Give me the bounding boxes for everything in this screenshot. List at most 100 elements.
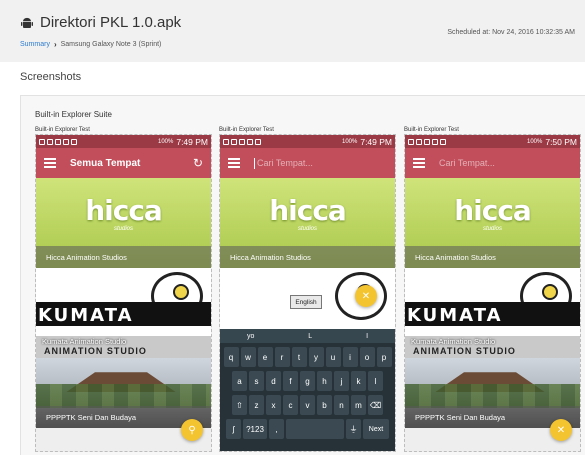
kumata-logo: KUMATA	[38, 305, 134, 326]
app-toolbar: Cari Tempat...	[220, 148, 395, 178]
search-fab-button[interactable]: ⚲	[181, 419, 203, 441]
key[interactable]: o	[359, 347, 375, 367]
hamburger-menu-icon[interactable]	[44, 158, 56, 168]
suggestion[interactable]: I	[366, 333, 368, 340]
status-bar: 100% 7:50 PM	[405, 135, 580, 148]
key[interactable]: p	[376, 347, 392, 367]
key[interactable]: q	[223, 347, 239, 367]
key[interactable]: a	[232, 371, 247, 391]
screenshot-label: Built-in Explorer Test	[219, 127, 274, 133]
status-time: 7:49 PM	[176, 136, 208, 147]
screenshot-label: Built-in Explorer Test	[35, 127, 90, 133]
section-title: Screenshots	[20, 71, 82, 83]
key[interactable]: i	[342, 347, 358, 367]
breadcrumb-device: Samsung Galaxy Note 3 (Sprint)	[60, 41, 162, 48]
keyboard-suggestions: yo L I	[220, 329, 395, 343]
key[interactable]: f	[283, 371, 298, 391]
place-card-caption: Hicca Animation Studios	[220, 246, 395, 268]
building-trees	[405, 384, 580, 408]
breadcrumb-summary-link[interactable]: Summary	[20, 41, 50, 48]
comma-key[interactable]: ,	[269, 419, 284, 439]
close-fab-button[interactable]: ✕	[550, 419, 572, 441]
key[interactable]: t	[291, 347, 307, 367]
phone-frame: 100% 7:49 PM Semua Tempat ↻ hicca studio…	[35, 134, 212, 452]
place-card-caption: Kumata Animation Studio	[42, 337, 127, 346]
key[interactable]: x	[266, 395, 281, 415]
status-time: 7:49 PM	[360, 136, 392, 147]
key[interactable]: s	[249, 371, 264, 391]
hicca-logo: hicca	[85, 194, 163, 227]
hicca-logo: hicca	[269, 194, 347, 227]
key[interactable]: m	[351, 395, 366, 415]
hamburger-menu-icon[interactable]	[228, 158, 240, 168]
close-icon: ✕	[361, 290, 371, 302]
hamburger-menu-icon[interactable]	[413, 158, 425, 168]
soft-keyboard[interactable]: yo L I q w e r t y u i o p a s d f g h j…	[220, 329, 395, 451]
key[interactable]: b	[317, 395, 332, 415]
battery-level: 100%	[341, 138, 358, 145]
screenshot-label: Built-in Explorer Test	[404, 127, 459, 133]
key[interactable]: g	[300, 371, 315, 391]
backspace-icon[interactable]: ⌫	[368, 395, 383, 415]
notification-icons	[39, 138, 158, 145]
hicca-logo-sub: studios	[482, 226, 503, 232]
swype-icon[interactable]: ʃ	[226, 419, 241, 439]
place-card-hicca[interactable]: hicca studios Hicca Animation Studios	[220, 178, 395, 268]
key[interactable]: r	[274, 347, 290, 367]
keyboard-row-2: a s d f g h j k l	[220, 371, 395, 391]
keyboard-row-1: q w e r t y u i o p	[220, 347, 395, 367]
place-card-kumata[interactable]: KUMATA ANIMATION STUDIO Kumata Animation…	[405, 268, 580, 358]
key[interactable]: l	[368, 371, 383, 391]
phone-frame: 100% 7:49 PM Cari Tempat... hicca studio…	[219, 134, 396, 452]
suggestion[interactable]: L	[308, 333, 312, 340]
battery-level: 100%	[157, 138, 174, 145]
screenshot-1[interactable]: Built-in Explorer Test 100% 7:49 PM Semu…	[35, 126, 212, 452]
microphone-icon[interactable]: ⏚	[346, 419, 361, 439]
space-key[interactable]	[286, 419, 344, 439]
place-card-kumata[interactable]: KUMATA ANIMATION STUDIO Kumata Animation…	[36, 268, 211, 358]
screenshot-3[interactable]: Built-in Explorer Test 100% 7:50 PM Cari…	[404, 126, 581, 452]
shift-icon[interactable]: ⇧	[232, 395, 247, 415]
place-card-hicca[interactable]: hicca studios Hicca Animation Studios	[405, 178, 580, 268]
place-card-hicca[interactable]: hicca studios Hicca Animation Studios	[36, 178, 211, 268]
close-fab-button[interactable]: ✕	[355, 285, 377, 307]
key[interactable]: c	[283, 395, 298, 415]
status-bar: 100% 7:49 PM	[220, 135, 395, 148]
symbols-key[interactable]: ?123	[243, 419, 267, 439]
text-cursor	[254, 157, 255, 169]
hicca-logo-sub: studios	[113, 226, 134, 232]
place-card-caption: Hicca Animation Studios	[405, 246, 580, 268]
place-card-pppptk[interactable]: PPPPTK Seni Dan Budaya	[36, 358, 211, 428]
key[interactable]: w	[240, 347, 256, 367]
status-time: 7:50 PM	[545, 136, 577, 147]
key[interactable]: h	[317, 371, 332, 391]
place-card-caption: Hicca Animation Studios	[36, 246, 211, 268]
building-trees	[36, 384, 211, 408]
refresh-icon[interactable]: ↻	[193, 156, 203, 170]
key[interactable]: n	[334, 395, 349, 415]
suggestion[interactable]: yo	[247, 333, 254, 340]
key[interactable]: v	[300, 395, 315, 415]
key[interactable]: j	[334, 371, 349, 391]
toolbar-title: Semua Tempat	[70, 157, 141, 169]
place-card-pppptk[interactable]: PPPPTK Seni Dan Budaya	[405, 358, 580, 428]
key[interactable]: d	[266, 371, 281, 391]
keyboard-row-3: ⇧ z x c v b n m ⌫	[220, 395, 395, 415]
screenshot-2[interactable]: Built-in Explorer Test 100% 7:49 PM Cari…	[219, 126, 396, 452]
app-toolbar: Semua Tempat ↻	[36, 148, 211, 178]
search-input[interactable]: Cari Tempat...	[257, 158, 387, 168]
breadcrumb: Summary › Samsung Galaxy Note 3 (Sprint)	[20, 40, 161, 49]
kumata-logo: KUMATA	[407, 305, 503, 326]
key[interactable]: y	[308, 347, 324, 367]
key[interactable]: k	[351, 371, 366, 391]
scheduled-timestamp: Scheduled at: Nov 24, 2016 10:32:35 AM	[447, 29, 575, 36]
keyboard-row-4: ʃ ?123 , ⏚ Next	[220, 419, 395, 439]
key[interactable]: u	[325, 347, 341, 367]
hicca-logo: hicca	[454, 194, 532, 227]
key[interactable]: e	[257, 347, 273, 367]
search-input[interactable]: Cari Tempat...	[439, 158, 572, 168]
key[interactable]: z	[249, 395, 264, 415]
next-key[interactable]: Next	[363, 419, 389, 439]
screenshots-panel: Built-in Explorer Suite Built-in Explore…	[20, 95, 585, 455]
chevron-right-icon: ›	[53, 40, 57, 49]
